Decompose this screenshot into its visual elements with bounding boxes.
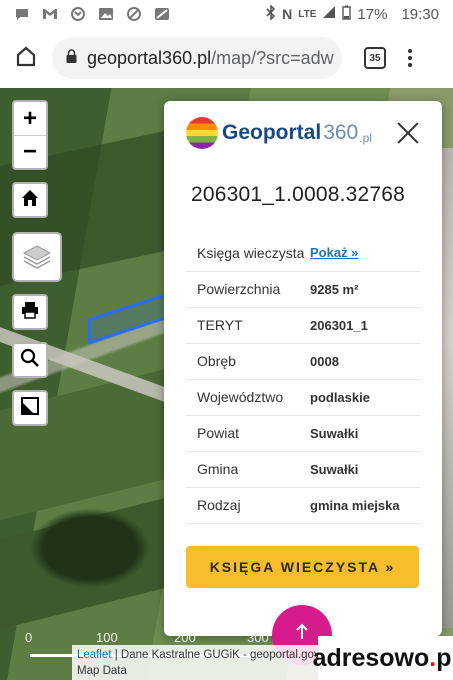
scale-label: 100: [96, 630, 118, 645]
layers-icon: [22, 240, 52, 275]
watermark-tld: pl: [436, 643, 453, 672]
adresowo-watermark: adresowo.pl: [313, 636, 453, 680]
property-value: Suwałki: [310, 461, 359, 477]
property-row: Gmina Suwałki: [186, 451, 420, 487]
property-label: Powierzchnia: [197, 281, 281, 297]
gallery-icon: [154, 7, 170, 21]
property-row: Księga wieczysta Pokaż »: [186, 235, 420, 271]
parcel-properties: Księga wieczysta Pokaż » Powierzchnia 9285 …: [186, 235, 420, 524]
watermark-dot: .: [429, 643, 437, 672]
property-value: 9285 m²: [310, 281, 359, 297]
address-bar[interactable]: geoportal360.pl/map/?src=adw: [52, 37, 342, 79]
property-label: Województwo: [197, 389, 284, 405]
menu-dot: [408, 63, 412, 67]
attribution-text: | Dane Kastralne GUGiK - geoportal.gov.p…: [111, 649, 320, 661]
geoportal-logo-icon: [186, 117, 218, 149]
messenger-icon: [14, 7, 30, 21]
parcel-id: 206301_1.0008.32768: [191, 183, 406, 206]
parcel-popup: Geoportal 360 .pl 206301_1.0008.32768 Ks…: [164, 101, 442, 636]
property-row: Powiat Suwałki: [186, 415, 420, 451]
nosync-icon: [126, 7, 142, 21]
property-value: gmina miejska: [310, 497, 400, 513]
sync-icon: [70, 7, 86, 21]
map-attribution: Leaflet | Dane Kastralne GUGiK - geoport…: [72, 645, 320, 680]
property-label: Rodzaj: [197, 497, 241, 513]
scale-label: 0: [25, 630, 33, 645]
property-row: Województwo podlaskie: [186, 379, 420, 415]
scale-label: 200: [174, 630, 196, 645]
property-row: TERYT 206301_1: [186, 307, 420, 343]
network-type: LTE: [298, 8, 317, 20]
logo-tld: .pl: [359, 131, 372, 145]
property-row: Obręb 0008: [186, 343, 420, 379]
logo-number: 360: [323, 121, 359, 144]
property-label: Powiat: [197, 425, 240, 441]
printer-icon: [20, 300, 40, 325]
bluetooth-icon: [266, 3, 276, 24]
property-value: Suwałki: [310, 425, 359, 441]
battery-percent: 17%: [357, 5, 388, 23]
nfc-icon: N: [282, 6, 293, 22]
menu-dot: [408, 49, 412, 53]
close-icon[interactable]: [396, 121, 420, 145]
layers-button[interactable]: [12, 232, 62, 282]
logo-text: Geoportal: [222, 121, 322, 144]
property-value: 206301_1: [310, 317, 368, 333]
house-icon: [20, 188, 40, 213]
property-label: Obręb: [197, 353, 236, 369]
signal-icon: [322, 5, 336, 23]
url-host: geoportal360.pl: [87, 47, 212, 68]
arrow-up-icon: [295, 623, 309, 647]
property-label: TERYT: [197, 317, 243, 333]
property-row: Powierzchnia 9285 m²: [186, 271, 420, 307]
search-icon: [20, 348, 40, 373]
url-path: /map/?src=adw: [211, 47, 334, 68]
status-bar: N LTE 17% 19:30: [0, 0, 453, 28]
zoom-out-button[interactable]: −: [14, 135, 46, 168]
property-value: Pokaż »: [310, 235, 420, 271]
browser-toolbar: geoportal360.pl/map/?src=adw 35: [0, 28, 453, 88]
scale-label: 300: [247, 630, 269, 645]
lock-icon: [66, 48, 77, 68]
property-row: Rodzaj gmina miejska: [186, 487, 420, 523]
property-value: podlaskie: [310, 389, 370, 405]
home-icon: [15, 45, 37, 72]
zoom-in-button[interactable]: +: [14, 102, 46, 135]
home-view-button[interactable]: [12, 182, 48, 218]
measure-button[interactable]: [12, 390, 48, 426]
map-data-label: Map Data: [77, 665, 127, 677]
clock: 19:30: [401, 5, 439, 23]
battery-icon: [342, 5, 352, 24]
print-button[interactable]: [12, 294, 48, 330]
land-register-button[interactable]: KSIĘGA WIECZYSTA »: [186, 545, 419, 588]
search-button[interactable]: [12, 342, 48, 378]
map-trees: [30, 508, 150, 588]
watermark-text: adresowo: [312, 643, 430, 672]
property-label: Gmina: [197, 461, 239, 477]
ruler-icon: [20, 396, 40, 421]
show-land-register-link[interactable]: Pokaż »: [310, 245, 358, 260]
gmail-icon: [42, 7, 58, 21]
home-button[interactable]: [0, 45, 52, 72]
zoom-control: + −: [12, 100, 48, 170]
menu-button[interactable]: [408, 49, 412, 67]
tab-switcher-button[interactable]: 35: [364, 47, 386, 69]
property-value: 0008: [310, 353, 339, 369]
photos-icon: [98, 7, 114, 21]
leaflet-link[interactable]: Leaflet: [77, 649, 112, 661]
menu-dot: [408, 56, 412, 60]
property-label: Księga wieczysta: [197, 244, 305, 261]
